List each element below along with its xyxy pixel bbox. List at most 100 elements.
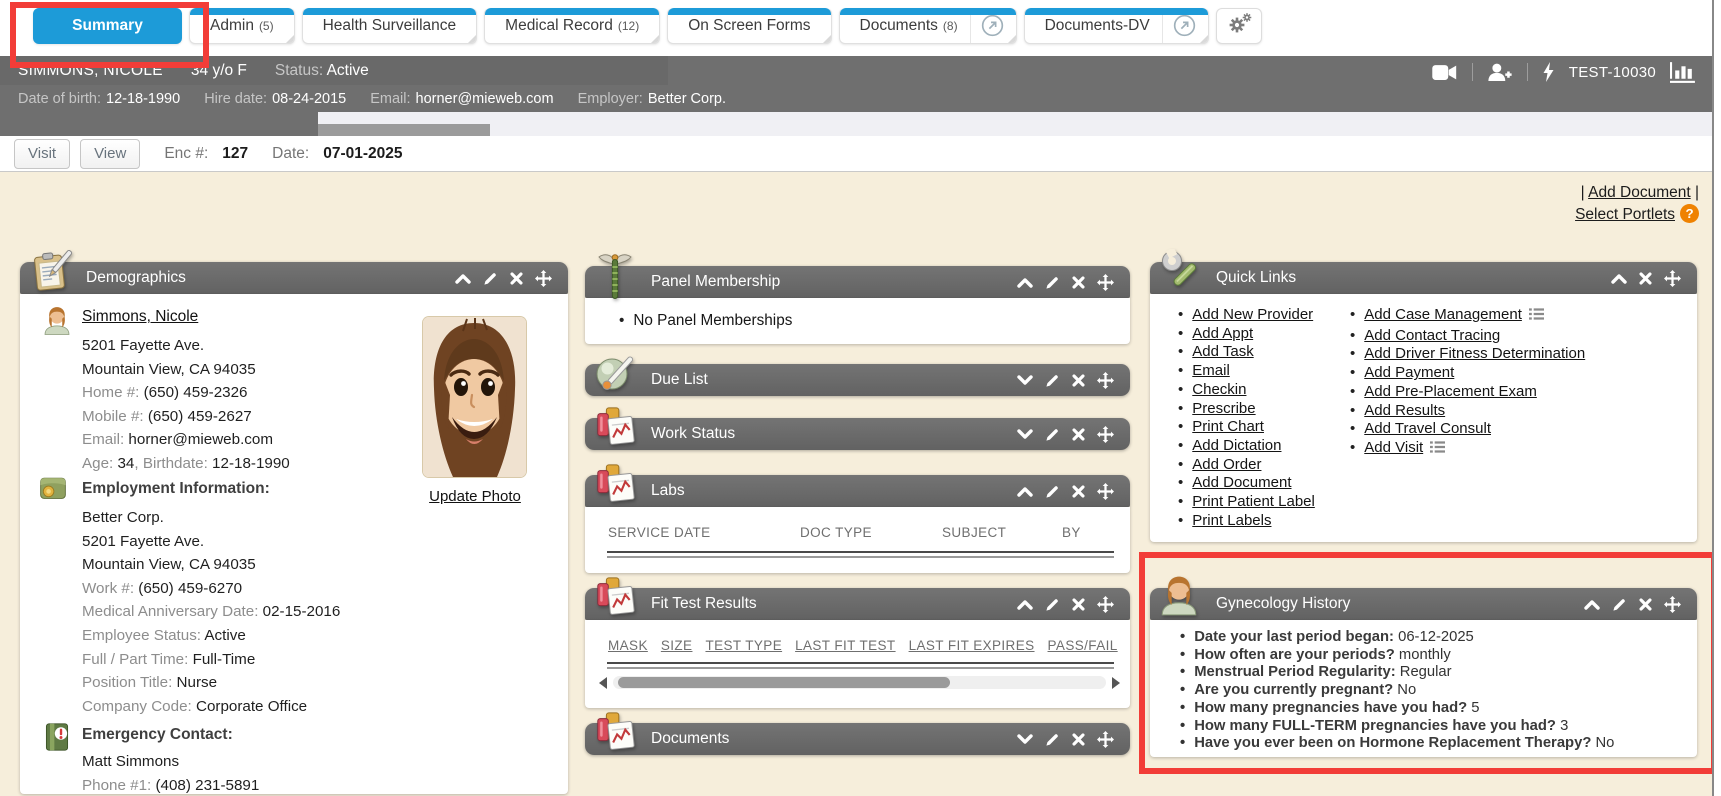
emergency-info: Matt SimmonsPhone #1: (408) 231-5891 — [82, 750, 259, 794]
view-button[interactable]: View — [80, 139, 140, 169]
move-icon[interactable] — [1097, 596, 1114, 613]
tab-documents[interactable]: Documents(8) — [839, 8, 1017, 44]
close-icon[interactable] — [1072, 276, 1085, 289]
link-add-contact-tracing[interactable]: Add Contact Tracing — [1364, 327, 1500, 344]
strip-scroll-block[interactable] — [318, 124, 490, 136]
tab-settings-button[interactable] — [1216, 8, 1262, 44]
link-add-document[interactable]: Add Document — [1192, 474, 1291, 491]
expand-icon[interactable] — [1017, 734, 1033, 745]
close-icon[interactable] — [510, 272, 523, 285]
add-person-icon[interactable] — [1487, 63, 1513, 82]
close-icon[interactable] — [1072, 598, 1085, 611]
scrollbar-track[interactable] — [613, 676, 1106, 689]
collapse-icon[interactable] — [1017, 277, 1033, 288]
link-add-appt[interactable]: Add Appt — [1192, 325, 1253, 342]
gynecology-body: Date your last period began: 06-12-2025H… — [1150, 620, 1697, 757]
link-prescribe[interactable]: Prescribe — [1192, 400, 1255, 417]
list-menu-icon[interactable] — [1529, 307, 1544, 327]
close-icon[interactable] — [1072, 428, 1085, 441]
close-icon[interactable] — [1072, 485, 1085, 498]
close-icon[interactable] — [1639, 598, 1652, 611]
tab-summary[interactable]: Summary — [33, 8, 182, 44]
portlet-actions — [1017, 475, 1114, 507]
collapse-icon[interactable] — [1017, 486, 1033, 497]
link-checkin[interactable]: Checkin — [1192, 381, 1246, 398]
edit-icon[interactable] — [1045, 275, 1060, 290]
link-add-case-management[interactable]: Add Case Management — [1364, 306, 1522, 323]
scrollbar-thumb[interactable] — [618, 677, 950, 688]
column-header-mask[interactable]: MASK — [608, 638, 648, 653]
move-icon[interactable] — [1664, 270, 1681, 287]
table-rule — [607, 551, 1114, 558]
edit-icon[interactable] — [1045, 732, 1060, 747]
link-add-new-provider[interactable]: Add New Provider — [1192, 306, 1313, 323]
link-print-chart[interactable]: Print Chart — [1192, 418, 1264, 435]
move-icon[interactable] — [1664, 596, 1681, 613]
tab-medical-record[interactable]: Medical Record(12) — [484, 8, 660, 44]
collapse-icon[interactable] — [1584, 599, 1600, 610]
column-header-last-fit-expires[interactable]: LAST FIT EXPIRES — [909, 638, 1035, 653]
help-icon[interactable]: ? — [1680, 204, 1699, 230]
portlet-title: Labs — [651, 475, 685, 507]
link-add-driver-fitness-determination[interactable]: Add Driver Fitness Determination — [1364, 345, 1585, 362]
move-icon[interactable] — [1097, 483, 1114, 500]
link-add-results[interactable]: Add Results — [1364, 402, 1445, 419]
expand-icon[interactable] — [1017, 429, 1033, 440]
link-add-travel-consult[interactable]: Add Travel Consult — [1364, 420, 1491, 437]
vertical-scrollbar[interactable] — [1712, 0, 1721, 796]
quick-link-item: Add Appt — [1178, 325, 1315, 344]
add-document-link[interactable]: Add Document — [1588, 184, 1691, 201]
link-add-payment[interactable]: Add Payment — [1364, 364, 1454, 381]
collapse-icon[interactable] — [1017, 599, 1033, 610]
list-menu-icon[interactable] — [1430, 440, 1445, 460]
collapse-icon[interactable] — [455, 273, 471, 284]
edit-icon[interactable] — [1045, 427, 1060, 442]
edit-icon[interactable] — [483, 271, 498, 286]
edit-icon[interactable] — [1045, 484, 1060, 499]
move-icon[interactable] — [1097, 731, 1114, 748]
close-icon[interactable] — [1072, 733, 1085, 746]
link-print-labels[interactable]: Print Labels — [1192, 512, 1271, 529]
patient-name-link[interactable]: Simmons, Nicole — [82, 308, 198, 326]
lightning-bolt-icon[interactable] — [1542, 62, 1555, 82]
edit-icon[interactable] — [1045, 373, 1060, 388]
update-photo-link[interactable]: Update Photo — [416, 488, 534, 505]
link-add-pre-placement-exam[interactable]: Add Pre-Placement Exam — [1364, 383, 1537, 400]
expand-icon[interactable] — [1017, 375, 1033, 386]
select-portlets-link[interactable]: Select Portlets — [1575, 206, 1675, 223]
close-icon[interactable] — [1639, 272, 1652, 285]
panel-membership-body: No Panel Memberships — [585, 298, 1130, 344]
visit-button[interactable]: Visit — [14, 139, 70, 169]
portlet-header: Demographics — [20, 262, 568, 294]
column-header-last-fit-test[interactable]: LAST FIT TEST — [795, 638, 895, 653]
scroll-right-arrow[interactable] — [1112, 677, 1120, 689]
scroll-left-arrow[interactable] — [599, 677, 607, 689]
link-print-patient-label[interactable]: Print Patient Label — [1192, 493, 1315, 510]
move-icon[interactable] — [1097, 372, 1114, 389]
chart-id: TEST-10030 — [1569, 64, 1656, 81]
open-new-window-icon[interactable] — [970, 8, 1004, 43]
link-add-visit[interactable]: Add Visit — [1364, 439, 1423, 456]
move-icon[interactable] — [535, 270, 552, 287]
close-icon[interactable] — [1072, 374, 1085, 387]
tab-health-surveillance[interactable]: Health Surveillance — [302, 8, 478, 44]
column-header-test-type[interactable]: TEST TYPE — [705, 638, 782, 653]
column-header-size[interactable]: SIZE — [661, 638, 693, 653]
link-add-order[interactable]: Add Order — [1192, 456, 1261, 473]
link-email[interactable]: Email — [1192, 362, 1230, 379]
column-header-pass-fail[interactable]: PASS/FAIL — [1048, 638, 1118, 653]
open-new-window-icon[interactable] — [1162, 8, 1196, 43]
tab-documents-dv[interactable]: Documents-DV — [1024, 8, 1209, 44]
quick-links-body: Add New Provider Add ApptAdd Task Email Che… — [1150, 294, 1697, 542]
link-add-task[interactable]: Add Task — [1192, 343, 1253, 360]
bar-chart-icon[interactable] — [1670, 61, 1697, 83]
edit-icon[interactable] — [1045, 597, 1060, 612]
video-camera-icon[interactable] — [1431, 64, 1458, 81]
tab-on-screen-forms[interactable]: On Screen Forms — [667, 8, 831, 44]
edit-icon[interactable] — [1612, 597, 1627, 612]
link-add-dictation[interactable]: Add Dictation — [1192, 437, 1281, 454]
tab-admin[interactable]: Admin(5) — [189, 8, 295, 44]
collapse-icon[interactable] — [1611, 273, 1627, 284]
move-icon[interactable] — [1097, 274, 1114, 291]
move-icon[interactable] — [1097, 426, 1114, 443]
